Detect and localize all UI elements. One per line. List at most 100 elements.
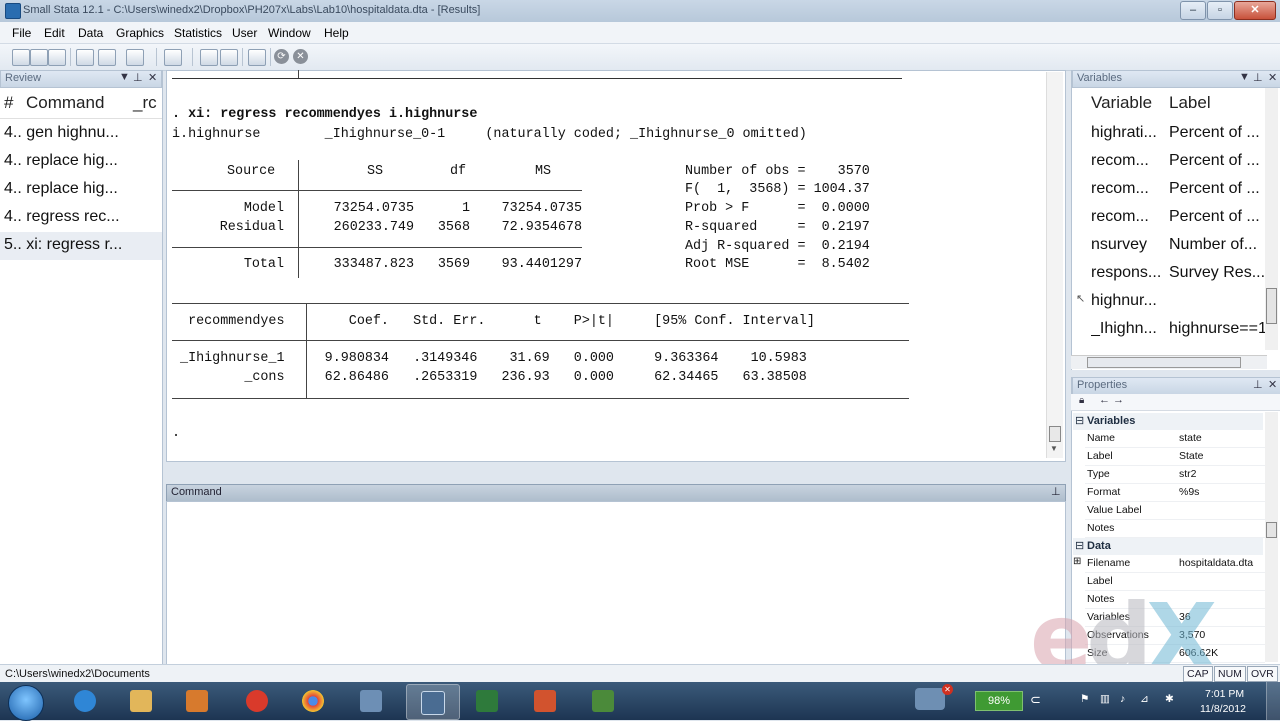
variable-row[interactable]: recom... Percent of ... <box>1072 176 1268 204</box>
section-title: Variables <box>1087 415 1136 427</box>
close-pane-icon[interactable]: ✕ <box>1268 71 1277 84</box>
taskbar-excel[interactable] <box>462 684 514 718</box>
review-col-command[interactable]: Command <box>26 93 104 113</box>
taskbar-ie[interactable] <box>60 684 112 718</box>
taskbar-stata[interactable] <box>406 684 460 720</box>
close-button[interactable]: ✕ <box>1234 1 1276 20</box>
taskbar-powerpoint[interactable] <box>520 684 572 718</box>
menu-window[interactable]: Window <box>268 26 311 40</box>
print-icon[interactable] <box>48 49 66 66</box>
properties-variables-section[interactable]: ⊟ Variables <box>1073 413 1263 430</box>
menu-edit[interactable]: Edit <box>44 26 65 40</box>
scroll-down-arrow-icon[interactable]: ▼ <box>1050 444 1058 453</box>
variable-row[interactable]: respons... Survey Res... <box>1072 260 1268 288</box>
tray-extra-icon[interactable]: ✱ <box>1165 693 1174 705</box>
clock-time[interactable]: 7:01 PM <box>1205 688 1244 700</box>
property-row[interactable]: Type str2 <box>1085 466 1265 484</box>
variables-col-variable[interactable]: Variable <box>1091 93 1152 113</box>
variable-row[interactable]: recom... Percent of ... <box>1072 148 1268 176</box>
maximize-button[interactable]: ▫ <box>1207 1 1233 20</box>
variable-row[interactable]: highrati... Percent of ... <box>1072 120 1268 148</box>
more-icon[interactable]: ⟳ <box>274 49 289 64</box>
variable-row[interactable]: recom... Percent of ... <box>1072 204 1268 232</box>
notification-badge-icon: ✕ <box>942 684 953 695</box>
pin-icon[interactable]: ⊥ <box>1051 485 1061 498</box>
review-item[interactable]: 4.. replace hig... <box>0 176 162 204</box>
property-row[interactable]: Format %9s <box>1085 484 1265 502</box>
review-col-num[interactable]: # <box>4 93 13 113</box>
variables-scrollbar[interactable] <box>1265 88 1278 350</box>
scroll-thumb[interactable] <box>1266 522 1277 538</box>
menu-user[interactable]: User <box>232 26 257 40</box>
taskbar-chrome[interactable] <box>288 684 340 718</box>
tray-app-icon[interactable] <box>915 688 945 710</box>
variable-row[interactable]: nsurvey Number of... <box>1072 232 1268 260</box>
command-input[interactable] <box>166 501 1066 665</box>
forward-arrow-icon[interactable]: → <box>1113 394 1124 406</box>
variables-col-label[interactable]: Label <box>1169 93 1211 113</box>
battery-indicator[interactable]: 98% <box>975 691 1023 711</box>
variables-manager-icon[interactable] <box>248 49 266 66</box>
network-tray-icon[interactable]: ▥ <box>1100 693 1110 705</box>
property-row[interactable]: Notes <box>1085 520 1265 538</box>
properties-scrollbar[interactable] <box>1265 412 1278 662</box>
variables-hscrollbar[interactable] <box>1071 355 1267 369</box>
power-icon[interactable]: ⊂ <box>1030 692 1041 708</box>
show-desktop-button[interactable] <box>1266 682 1280 720</box>
wifi-icon[interactable]: ⊿ <box>1140 693 1149 705</box>
pin-icon[interactable]: ⊥ <box>1253 378 1263 391</box>
review-item-selected[interactable]: 5.. xi: regress r... <box>0 232 162 260</box>
open-icon[interactable] <box>12 49 30 66</box>
windows-start-icon[interactable] <box>8 685 44 721</box>
variable-row[interactable]: _Ihighn... highnurse==1 <box>1072 316 1268 344</box>
expand-icon[interactable]: ⊞ <box>1073 556 1081 567</box>
speaker-icon[interactable]: ♪ <box>1120 693 1125 705</box>
filter-icon[interactable]: ▼ <box>119 71 130 83</box>
scroll-thumb[interactable] <box>1049 426 1061 442</box>
variable-row[interactable]: ↖ highnur... <box>1072 288 1268 316</box>
log-icon[interactable] <box>76 49 94 66</box>
menu-file[interactable]: File <box>12 26 31 40</box>
property-row[interactable]: ⊞ Filename hospitaldata.dta <box>1073 555 1265 573</box>
property-row[interactable]: Value Label <box>1085 502 1265 520</box>
save-icon[interactable] <box>30 49 48 66</box>
minimize-button[interactable]: – <box>1180 1 1206 20</box>
collapse-icon[interactable]: ⊟ <box>1075 539 1084 552</box>
taskbar-explorer[interactable] <box>116 684 168 718</box>
pin-icon[interactable]: ⊥ <box>133 71 143 84</box>
property-row[interactable]: Label State <box>1085 448 1265 466</box>
property-row[interactable]: Name state <box>1085 430 1265 448</box>
flag-icon[interactable]: ⚑ <box>1080 693 1089 705</box>
lock-icon[interactable]: 🔒︎ <box>1079 395 1084 406</box>
taskbar-app[interactable] <box>232 684 284 718</box>
collapse-icon[interactable]: ⊟ <box>1075 414 1084 427</box>
graph-icon[interactable] <box>126 49 144 66</box>
break-icon[interactable]: ✕ <box>293 49 308 64</box>
scroll-thumb[interactable] <box>1266 288 1277 324</box>
menu-graphics[interactable]: Graphics <box>116 26 164 40</box>
back-arrow-icon[interactable]: ← <box>1099 394 1110 406</box>
taskbar-camtasia[interactable] <box>578 684 630 718</box>
viewer-icon[interactable] <box>98 49 116 66</box>
review-item[interactable]: 4.. gen highnu... <box>0 120 162 148</box>
data-editor-icon[interactable] <box>200 49 218 66</box>
review-item[interactable]: 4.. replace hig... <box>0 148 162 176</box>
menu-statistics[interactable]: Statistics <box>174 26 222 40</box>
results-scrollbar[interactable]: ▼ <box>1046 72 1063 458</box>
close-pane-icon[interactable]: ✕ <box>1268 378 1277 391</box>
pin-icon[interactable]: ⊥ <box>1253 71 1263 84</box>
close-pane-icon[interactable]: ✕ <box>148 71 157 84</box>
properties-data-section[interactable]: ⊟ Data <box>1073 538 1263 555</box>
data-browser-icon[interactable] <box>220 49 238 66</box>
do-file-editor-icon[interactable] <box>164 49 182 66</box>
clock-date[interactable]: 11/8/2012 <box>1200 703 1246 715</box>
property-value: %9s <box>1179 486 1200 498</box>
menu-help[interactable]: Help <box>324 26 349 40</box>
scroll-thumb[interactable] <box>1087 357 1241 368</box>
taskbar-network[interactable] <box>346 684 398 718</box>
review-col-rc[interactable]: _rc <box>133 93 157 113</box>
filter-icon[interactable]: ▼ <box>1239 71 1250 83</box>
menu-data[interactable]: Data <box>78 26 103 40</box>
taskbar-media[interactable] <box>172 684 224 718</box>
review-item[interactable]: 4.. regress rec... <box>0 204 162 232</box>
